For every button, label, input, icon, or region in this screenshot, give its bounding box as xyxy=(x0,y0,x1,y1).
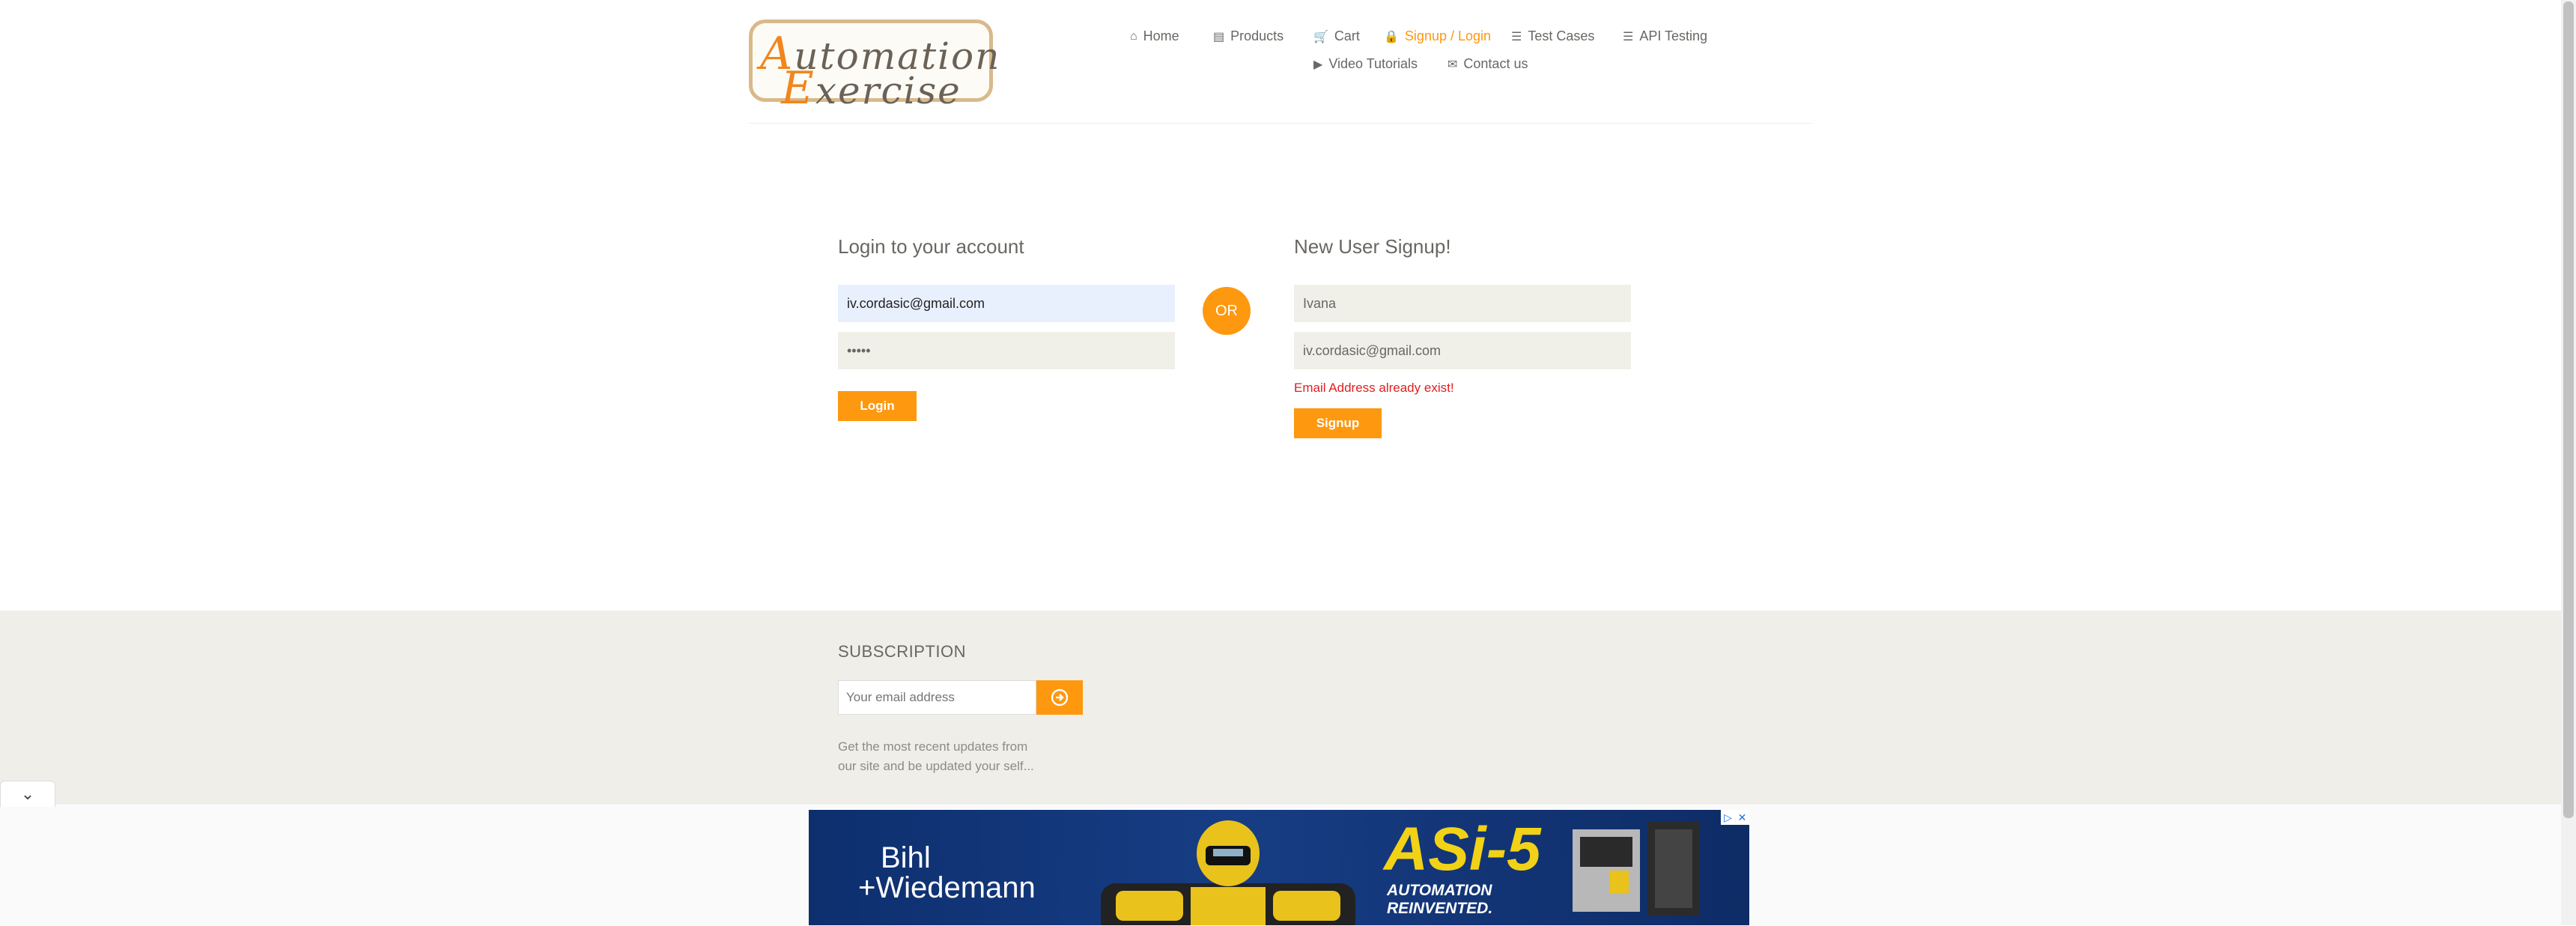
list-icon: ☰ xyxy=(1623,30,1634,43)
ad-info-icon[interactable]: ▷ xyxy=(1721,810,1735,825)
login-button[interactable]: Login xyxy=(838,391,917,421)
ad-tagline-2: REINVENTED. xyxy=(1387,900,1493,917)
close-icon[interactable]: ✕ xyxy=(1735,810,1749,825)
robot-illustration-icon xyxy=(1101,820,1355,925)
nav-home[interactable]: ⌂ Home xyxy=(1130,28,1179,44)
ad-tagline-1: AUTOMATION xyxy=(1387,882,1492,899)
signup-email-input[interactable] xyxy=(1294,332,1631,369)
signup-error-message: Email Address already exist! xyxy=(1294,381,1454,395)
login-password-input[interactable] xyxy=(838,332,1175,369)
nav-api-testing[interactable]: ☰ API Testing xyxy=(1623,28,1707,44)
nav-products[interactable]: ▤ Products xyxy=(1213,28,1284,44)
subscribe-button[interactable] xyxy=(1036,680,1083,715)
products-icon: ▤ xyxy=(1213,30,1225,43)
ad-headline: ASi-5 xyxy=(1384,815,1541,883)
nav-signup-login[interactable]: 🔒 Signup / Login xyxy=(1384,28,1491,44)
login-title: Login to your account xyxy=(838,235,1024,258)
signup-name-input[interactable] xyxy=(1294,285,1631,322)
signup-title: New User Signup! xyxy=(1294,235,1451,258)
envelope-icon: ✉ xyxy=(1448,58,1458,71)
ad-brand-line1: Bihl xyxy=(881,841,931,874)
login-email-input[interactable] xyxy=(838,285,1175,322)
youtube-icon: ▶ xyxy=(1313,58,1323,71)
subscription-title: SUBSCRIPTION xyxy=(838,642,967,661)
scrollbar-thumb[interactable] xyxy=(2563,1,2574,818)
chevron-down-icon: ⌄ xyxy=(20,784,35,803)
nav-cart[interactable]: 🛒 Cart xyxy=(1313,28,1360,44)
lock-icon: 🔒 xyxy=(1384,30,1399,43)
site-logo[interactable]: Automation Exercise xyxy=(749,19,999,115)
nav-video-tutorials[interactable]: ▶ Video Tutorials xyxy=(1313,56,1418,72)
ad-banner[interactable]: Bihl +Wiedemann ASi-5 AUTOMATION REINVEN… xyxy=(809,810,1749,925)
ad-collapse-toggle[interactable]: ⌄ xyxy=(0,781,55,807)
device-illustration-icon xyxy=(1573,822,1700,916)
logo-text-2: xercise xyxy=(815,69,962,112)
home-icon: ⌂ xyxy=(1130,29,1137,43)
arrow-circle-right-icon xyxy=(1051,689,1069,706)
subscription-email-input[interactable] xyxy=(838,680,1036,715)
ad-brand-line2: +Wiedemann xyxy=(858,871,1036,904)
or-badge: OR xyxy=(1203,287,1251,335)
header-divider xyxy=(749,123,1812,124)
signup-button[interactable]: Signup xyxy=(1294,408,1382,438)
nav-contact-us[interactable]: ✉ Contact us xyxy=(1448,56,1528,72)
list-icon: ☰ xyxy=(1511,30,1522,43)
nav-test-cases[interactable]: ☰ Test Cases xyxy=(1511,28,1594,44)
subscription-description: Get the most recent updates from our sit… xyxy=(838,739,1034,773)
cart-icon: 🛒 xyxy=(1313,30,1328,43)
ad-controls: ▷ ✕ xyxy=(1721,810,1749,825)
